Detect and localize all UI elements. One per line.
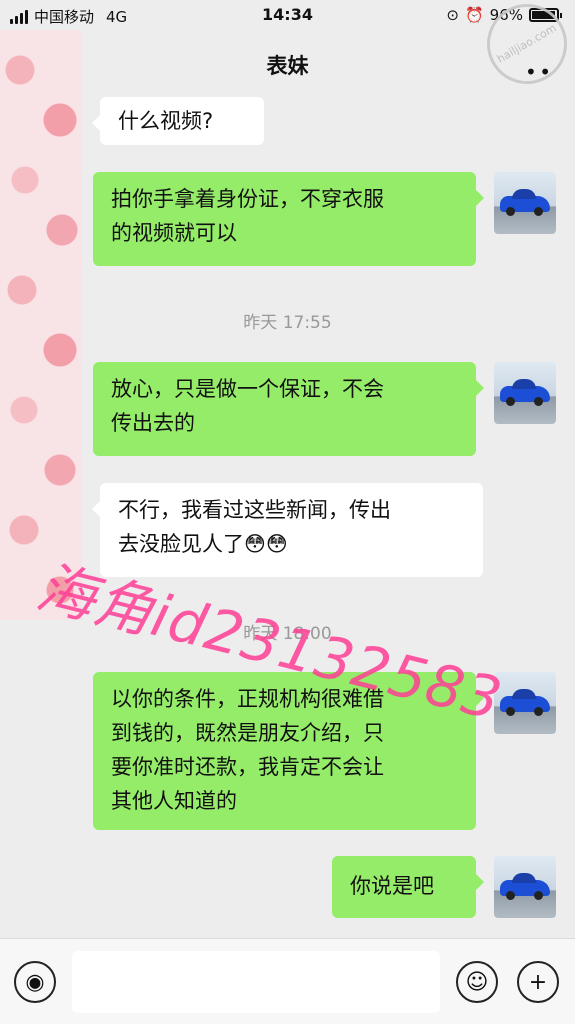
lock-rotation-icon: ⊙ xyxy=(446,6,459,24)
chat-header: 表妹 • • xyxy=(0,30,575,98)
plus-icon[interactable]: + xyxy=(517,961,559,1003)
message-text: 什么视频? xyxy=(118,109,214,133)
message-line: 拍你手拿着身份证，不穿衣服 xyxy=(111,187,384,211)
message-line: 传出去的 xyxy=(111,411,195,435)
timestamp: 昨天 17:55 xyxy=(243,313,332,333)
message-line: 到钱的，既然是朋友介绍，只 xyxy=(111,721,384,745)
input-bar: ◉ ☺ + xyxy=(0,938,575,1024)
emoji-icon[interactable]: ☺ xyxy=(456,961,498,1003)
message-line: 的视频就可以 xyxy=(111,221,237,245)
avatar[interactable] xyxy=(494,362,556,424)
alarm-icon: ⏰ xyxy=(464,6,484,24)
message-line: 要你准时还款，我肯定不会让 xyxy=(111,755,384,779)
message-line: 去没脸见人了😳😳 xyxy=(118,532,288,556)
message-input[interactable] xyxy=(72,951,440,1013)
message-line: 其他人知道的 xyxy=(111,789,237,813)
message-line: 放心，只是做一个保证，不会 xyxy=(111,377,384,401)
message-outgoing[interactable]: 拍你手拿着身份证，不穿衣服 的视频就可以 xyxy=(93,172,484,266)
message-text: 你说是吧 xyxy=(350,874,434,898)
avatar[interactable] xyxy=(494,856,556,918)
chat-title: 表妹 xyxy=(266,54,309,78)
status-bar: 中国移动 4G 14:34 ⊙ ⏰ 96% xyxy=(0,0,575,30)
more-dots-icon[interactable]: • • xyxy=(525,60,551,84)
message-incoming[interactable]: 不行，我看过这些新闻，传出 去没脸见人了😳😳 xyxy=(92,483,483,577)
voice-icon[interactable]: ◉ xyxy=(14,961,56,1003)
message-outgoing[interactable]: 放心，只是做一个保证，不会 传出去的 xyxy=(93,362,484,456)
avatar[interactable] xyxy=(494,172,556,234)
message-incoming[interactable]: 什么视频? xyxy=(92,97,264,145)
message-line: 不行，我看过这些新闻，传出 xyxy=(118,498,391,522)
message-outgoing[interactable]: 你说是吧 xyxy=(332,856,484,918)
